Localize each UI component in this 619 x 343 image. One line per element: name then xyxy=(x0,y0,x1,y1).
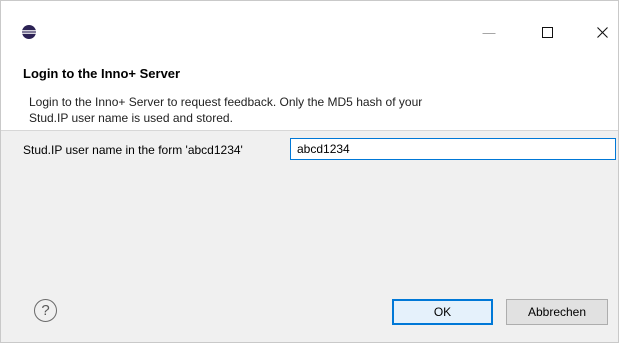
minimize-button[interactable]: — xyxy=(467,17,511,47)
close-icon xyxy=(596,26,608,38)
username-input[interactable] xyxy=(290,138,616,160)
help-button[interactable]: ? xyxy=(34,299,57,322)
dialog-message-line-1: Login to the Inno+ Server to request fee… xyxy=(29,95,423,109)
dialog-title: Login to the Inno+ Server xyxy=(23,66,181,81)
ok-button[interactable]: OK xyxy=(392,299,493,325)
maximize-icon xyxy=(541,26,553,38)
minimize-icon: — xyxy=(482,24,496,40)
cancel-button[interactable]: Abbrechen xyxy=(506,299,608,325)
maximize-button[interactable] xyxy=(525,17,569,47)
eclipse-icon xyxy=(22,25,36,39)
close-button[interactable] xyxy=(580,17,618,47)
help-icon: ? xyxy=(41,302,50,319)
username-label: Stud.IP user name in the form 'abcd1234' xyxy=(23,143,243,157)
login-dialog-window: — Login to the Inno+ Server Login to the… xyxy=(0,0,619,343)
dialog-message-line-2: Stud.IP user name is used and stored. xyxy=(29,111,233,125)
title-bar[interactable]: — xyxy=(1,1,618,55)
dialog-header: Login to the Inno+ Server Login to the I… xyxy=(1,55,618,131)
dialog-message: Login to the Inno+ Server to request fee… xyxy=(29,94,549,126)
